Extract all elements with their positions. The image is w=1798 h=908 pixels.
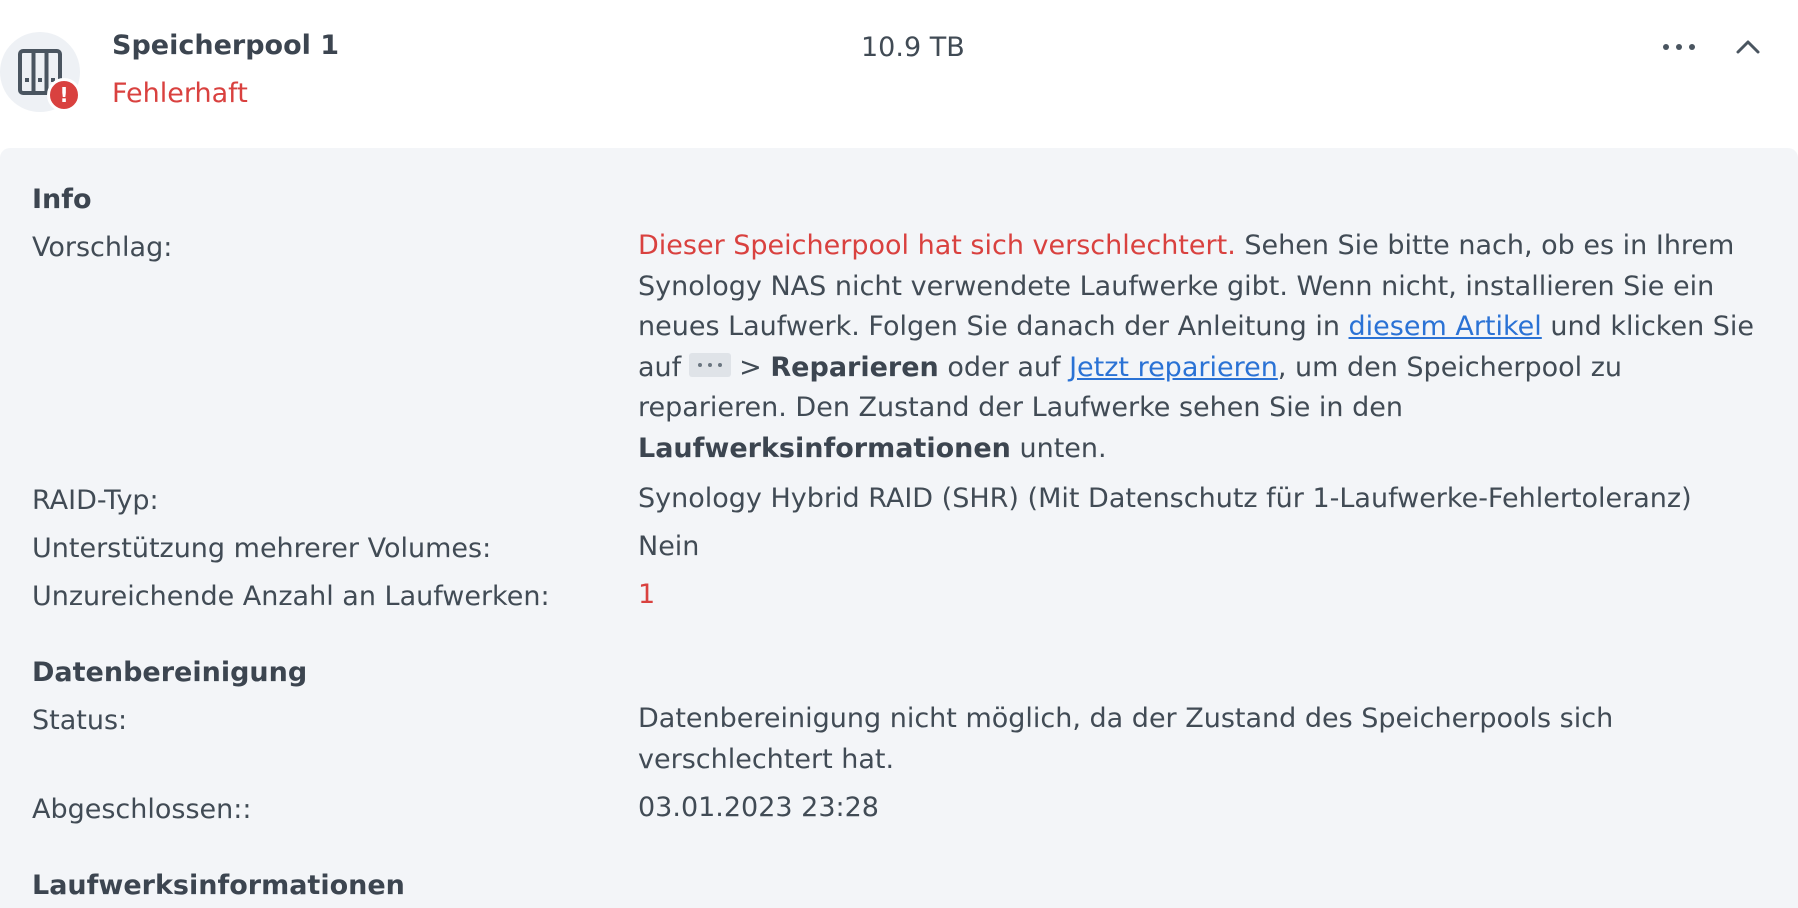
drives-section-title: Laufwerksinformationen <box>32 870 405 901</box>
pool-name: Speicherpool 1 <box>112 30 340 61</box>
raid-type-value: Synology Hybrid RAID (SHR) (Mit Datensch… <box>638 483 1692 514</box>
error-badge-icon: ! <box>47 78 81 112</box>
scrub-status-label: Status: <box>32 705 128 736</box>
insufficient-drives-value: 1 <box>638 579 656 610</box>
info-section-title: Info <box>32 184 92 215</box>
scrub-completed-value: 03.01.2023 23:28 <box>638 792 879 823</box>
storage-pool-header: ! Speicherpool 1 Fehlerhaft 10.9 TB <box>0 0 1798 148</box>
scrub-completed-label: Abgeschlossen:: <box>32 794 252 825</box>
more-dot-icon <box>1663 44 1669 50</box>
more-options-hint-icon <box>689 353 732 377</box>
details-panel: Info Vorschlag: Dieser Speicherpool hat … <box>0 148 1798 908</box>
more-dot-icon <box>1689 44 1695 50</box>
drive-info-reference: Laufwerksinformationen <box>638 432 1011 464</box>
scrub-status-value: Datenbereinigung nicht möglich, da der Z… <box>638 703 1614 775</box>
raid-type-label: RAID-Typ: <box>32 485 159 516</box>
repair-action-name: Reparieren <box>770 351 939 383</box>
more-dot-icon <box>1676 44 1682 50</box>
multi-volume-value: Nein <box>638 531 700 562</box>
multi-volume-label: Unterstützung mehrerer Volumes: <box>32 533 492 564</box>
insufficient-drives-label: Unzureichende Anzahl an Laufwerken: <box>32 581 550 612</box>
more-options-button[interactable] <box>1652 28 1702 64</box>
article-link[interactable]: diesem Artikel <box>1349 311 1542 342</box>
suggestion-label: Vorschlag: <box>32 232 173 263</box>
collapse-button[interactable] <box>1728 30 1768 66</box>
chevron-up-icon <box>1736 40 1760 54</box>
repair-now-link[interactable]: Jetzt reparieren <box>1069 352 1278 383</box>
suggestion-text: Dieser Speicherpool hat sich verschlecht… <box>638 230 1755 464</box>
scrub-section-title: Datenbereinigung <box>32 657 308 688</box>
degraded-warning: Dieser Speicherpool hat sich verschlecht… <box>638 230 1236 261</box>
pool-size: 10.9 TB <box>861 32 965 63</box>
pool-status: Fehlerhaft <box>112 78 248 109</box>
